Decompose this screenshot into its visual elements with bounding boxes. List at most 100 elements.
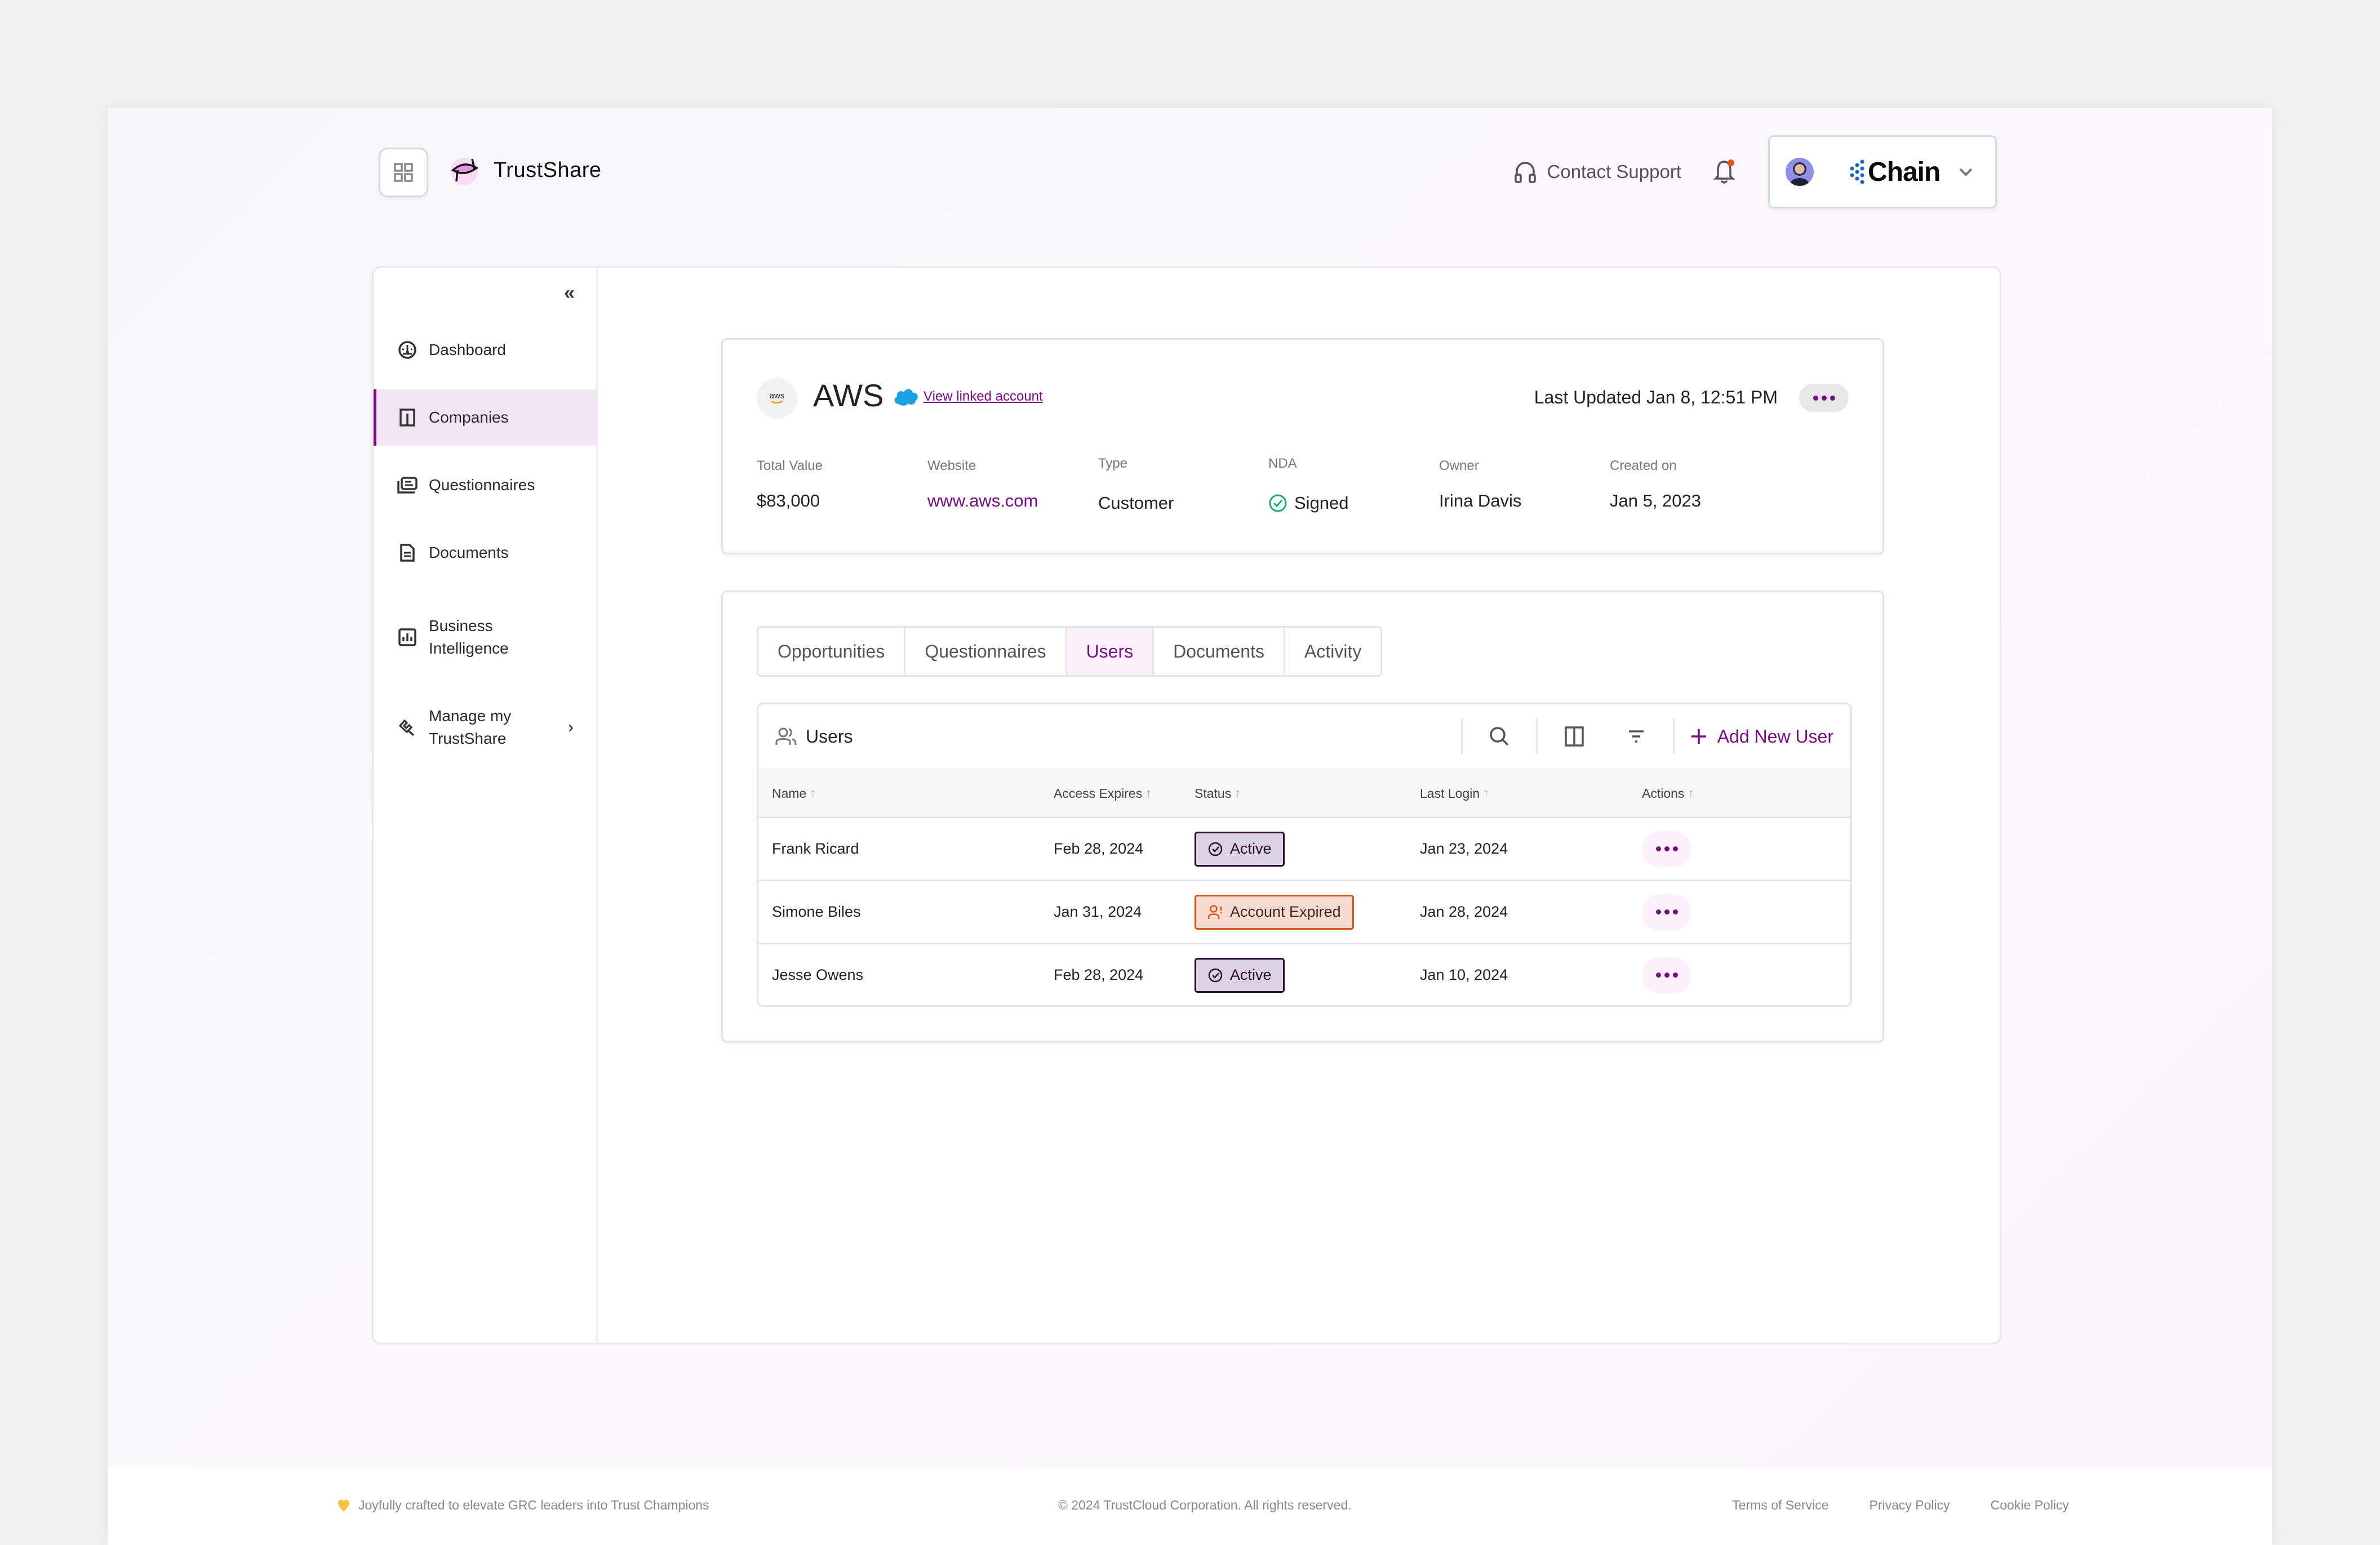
table-row: Jesse Owens Feb 28, 2024 Active Jan 10, … xyxy=(758,944,1850,1005)
column-header-actions[interactable]: Actions ↑ xyxy=(1642,769,1694,818)
table-head: Name ↑ Access Expires ↑ Status ↑ Last Login… xyxy=(758,769,1850,818)
chevron-right-icon: › xyxy=(568,718,574,736)
cell-name: Jesse Owens xyxy=(772,966,864,983)
user-alert-icon xyxy=(1207,904,1222,919)
add-new-user-button[interactable]: Add New User xyxy=(1675,726,1833,747)
users-icon xyxy=(775,727,797,745)
footer-tagline: Joyfully crafted to elevate GRC leaders … xyxy=(337,1498,709,1513)
field-owner: Owner Irina Davis xyxy=(1439,458,1522,510)
chain-logo-icon xyxy=(1850,159,1864,184)
salesforce-cloud-icon xyxy=(894,389,918,406)
footer: Joyfully crafted to elevate GRC leaders … xyxy=(108,1467,2272,1545)
company-summary-card: aws AWS View linked account Last Updated… xyxy=(721,338,1884,554)
sidebar-item-manage-trustshare[interactable]: Manage my TrustShare › xyxy=(374,699,596,756)
sidebar-item-documents[interactable]: Documents xyxy=(374,530,596,575)
contact-support-link[interactable]: Contact Support xyxy=(1513,160,1681,184)
filter-button[interactable] xyxy=(1611,729,1662,744)
privacy-policy-link[interactable]: Privacy Policy xyxy=(1870,1498,1950,1513)
users-table: Users Add New User Name ↑ Access Expires… xyxy=(757,703,1852,1007)
tab-users[interactable]: Users xyxy=(1067,628,1155,675)
tab-activity[interactable]: Activity xyxy=(1285,628,1380,675)
terms-of-service-link[interactable]: Terms of Service xyxy=(1732,1498,1828,1513)
status-badge: Active xyxy=(1195,957,1285,993)
footer-links: Terms of Service Privacy Policy Cookie P… xyxy=(1732,1498,2069,1513)
building-icon xyxy=(399,409,415,427)
sort-arrow-icon: ↑ xyxy=(810,786,816,800)
tab-documents[interactable]: Documents xyxy=(1154,628,1285,675)
cell-last-login: Jan 23, 2024 xyxy=(1420,840,1508,857)
column-header-status[interactable]: Status ↑ xyxy=(1195,769,1241,818)
tab-bar: Opportunities Questionnaires Users Docum… xyxy=(757,626,1383,677)
notification-dot xyxy=(1728,159,1734,166)
field-created-on: Created on Jan 5, 2023 xyxy=(1610,458,1702,510)
tab-questionnaires[interactable]: Questionnaires xyxy=(905,628,1067,675)
sidebar-item-label: Manage my TrustShare xyxy=(429,707,512,747)
linked-account[interactable]: View linked account xyxy=(893,387,1043,406)
filter-icon xyxy=(1628,730,1644,743)
cell-name: Frank Ricard xyxy=(772,840,859,857)
questionnaire-stack-icon xyxy=(397,477,418,494)
sidebar-item-label: Companies xyxy=(429,409,509,426)
row-actions-button[interactable] xyxy=(1642,957,1691,993)
sidebar-item-questionnaires[interactable]: Questionnaires xyxy=(374,463,596,508)
status-badge: Account Expired xyxy=(1195,894,1354,930)
users-table-title: Users xyxy=(806,726,853,747)
company-more-button[interactable] xyxy=(1799,384,1849,412)
table-row: Simone Biles Jan 31, 2024 Account Expire… xyxy=(758,881,1850,944)
sidebar-item-label: Questionnaires xyxy=(429,476,535,494)
users-table-header: Users Add New User xyxy=(758,704,1850,769)
sidebar: « Dashboard Companies Questionnaires Doc… xyxy=(374,268,598,1343)
search-icon xyxy=(1489,727,1508,746)
check-circle-icon xyxy=(1269,494,1287,512)
gauge-icon xyxy=(398,341,416,359)
columns-icon xyxy=(1564,726,1584,747)
grid-icon xyxy=(394,163,413,182)
sidebar-item-label: Dashboard xyxy=(429,341,506,358)
org-switcher[interactable]: Chain xyxy=(1768,135,1997,208)
aws-smile-icon xyxy=(771,400,783,404)
column-header-name[interactable]: Name ↑ xyxy=(772,769,816,818)
trustshare-logo[interactable]: TrustShare xyxy=(449,156,602,185)
header-right: Contact Support Chain xyxy=(1513,135,1997,208)
view-linked-account-link[interactable]: View linked account xyxy=(923,389,1043,405)
cell-access-expires: Feb 28, 2024 xyxy=(1054,840,1144,857)
sidebar-item-companies[interactable]: Companies xyxy=(374,389,596,446)
search-button[interactable] xyxy=(1463,726,1536,747)
cell-access-expires: Feb 28, 2024 xyxy=(1054,966,1144,983)
heart-icon xyxy=(338,1499,349,1512)
app-launcher-button[interactable] xyxy=(379,148,428,197)
sort-arrow-icon: ↑ xyxy=(1483,786,1490,800)
sort-arrow-icon: ↑ xyxy=(1688,786,1694,800)
website-link[interactable]: www.aws.com xyxy=(927,491,1038,511)
chain-logo: Chain xyxy=(1850,157,1941,188)
notifications-button[interactable] xyxy=(1713,158,1735,185)
sort-arrow-icon: ↑ xyxy=(1145,786,1152,800)
company-name: AWS xyxy=(813,378,884,413)
wrench-icon xyxy=(398,719,415,736)
collapse-sidebar-button[interactable]: « xyxy=(564,282,575,304)
column-header-access-expires[interactable]: Access Expires ↑ xyxy=(1054,769,1152,818)
field-nda: NDA Signed xyxy=(1268,456,1349,513)
org-name: Chain xyxy=(1868,157,1941,187)
tab-opportunities[interactable]: Opportunities xyxy=(758,628,906,675)
sidebar-item-dashboard[interactable]: Dashboard xyxy=(374,327,596,372)
column-header-last-login[interactable]: Last Login ↑ xyxy=(1420,769,1489,818)
row-actions-button[interactable] xyxy=(1642,894,1691,930)
last-updated: Last Updated Jan 8, 12:51 PM xyxy=(1534,387,1778,407)
sort-arrow-icon: ↑ xyxy=(1235,786,1241,800)
chevron-down-icon xyxy=(1959,168,1973,176)
headset-icon xyxy=(1514,162,1536,183)
row-actions-button[interactable] xyxy=(1642,831,1691,867)
trustshare-logo-icon xyxy=(451,158,479,185)
field-website: Website www.aws.com xyxy=(927,458,1038,511)
cell-name: Simone Biles xyxy=(772,903,861,920)
app-name: TrustShare xyxy=(494,158,602,182)
columns-button[interactable] xyxy=(1538,726,1611,747)
footer-copyright: © 2024 TrustCloud Corporation. All right… xyxy=(1058,1498,1352,1512)
sidebar-item-business-intelligence[interactable]: Business Intelligence xyxy=(374,609,596,665)
cookie-policy-link[interactable]: Cookie Policy xyxy=(1991,1498,2069,1513)
table-row: Frank Ricard Feb 28, 2024 Active Jan 23,… xyxy=(758,818,1850,881)
sidebar-item-label: Business Intelligence xyxy=(429,617,509,657)
bar-chart-icon xyxy=(398,628,416,646)
cell-access-expires: Jan 31, 2024 xyxy=(1054,903,1142,920)
